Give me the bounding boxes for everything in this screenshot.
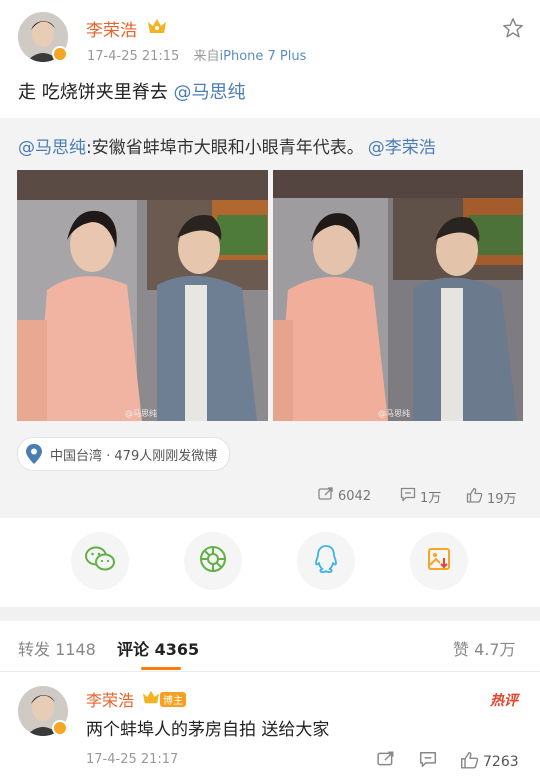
section-separator [0,607,540,621]
comment-time: 17-4-25 21:17 [86,752,179,767]
repost-body: :安徽省蚌埠市大眼和小眼青年代表。 [86,138,364,158]
tab-likes[interactable]: 赞 4.7万 [453,636,516,660]
tab-comments-label: 评论 [117,640,150,659]
repost-icon [318,487,334,505]
comment-like-thumb-icon [460,751,479,773]
repost-photo-1[interactable]: @马思纯 [17,170,268,421]
comment-count-stat[interactable]: 1万 [400,487,441,506]
tab-active-indicator [141,667,181,670]
wechat-icon [84,545,116,577]
vip-crown-small-icon [142,689,160,709]
photo-watermark-1: @马思纯 [125,408,157,418]
like-count: 19万 [487,491,517,507]
save-image-icon [426,546,452,576]
repost-mention-1[interactable]: @马思纯 [18,138,86,158]
post-text-plain: 走 吃烧饼夹里脊去 [18,82,174,103]
repost-mention-2[interactable]: @李荣浩 [368,138,436,158]
tabs-divider [0,671,540,672]
location-pin-icon [24,443,44,465]
like-count-stat[interactable]: 19万 [466,487,517,507]
comment-reply-icon[interactable] [419,751,437,772]
tab-likes-count: 4.7万 [474,640,516,659]
verified-icon [52,46,68,62]
post-text: 走 吃烧饼夹里脊去 @马思纯 [18,78,245,104]
like-thumb-icon [466,487,483,507]
share-qq-button[interactable] [297,532,355,590]
comment-count: 1万 [420,491,442,506]
tab-comments-count: 4365 [154,640,200,659]
share-moments-button[interactable] [184,532,242,590]
vip-crown-icon [147,17,167,39]
source-prefix: 来自 [193,49,220,64]
save-image-button[interactable] [410,532,468,590]
location-text: 中国台湾 · 479人刚刚发微博 [50,448,218,464]
comment-icon [400,487,416,506]
post-mention[interactable]: @马思纯 [173,82,245,103]
favorite-star-icon[interactable] [502,17,524,43]
share-wechat-button[interactable] [71,532,129,590]
author-name[interactable]: 李荣浩 [86,16,137,41]
comment-text: 两个蚌埠人的茅房自拍 送给大家 [86,720,330,740]
comment-like-count: 7263 [483,754,519,770]
repost-count-stat[interactable]: 6042 [318,487,371,505]
comment-author[interactable]: 李荣浩 [86,687,134,711]
moments-icon [198,544,228,578]
tab-reposts-count: 1148 [55,640,96,659]
comment-author-badge: 博主 [142,689,186,709]
location-tag[interactable]: 中国台湾 · 479人刚刚发微博 [17,437,231,471]
hot-comment-badge: 热评 [490,693,518,709]
comment-repost-icon[interactable] [377,751,395,771]
photo-watermark-2: @马思纯 [378,408,410,418]
qq-icon [313,544,339,578]
post-source[interactable]: iPhone 7 Plus [220,49,307,64]
tab-likes-label: 赞 [453,640,470,659]
comment-like-stat[interactable]: 7263 [460,751,519,773]
tab-reposts[interactable]: 转发 1148 [18,636,96,660]
blogger-badge: 博主 [160,691,186,707]
repost-count: 6042 [338,488,372,504]
repost-text: @马思纯:安徽省蚌埠市大眼和小眼青年代表。 @李荣浩 [18,133,436,158]
post-time: 17-4-25 21:15 [87,49,180,64]
tab-comments[interactable]: 评论 4365 [117,636,199,660]
repost-photo-2[interactable]: @马思纯 [273,170,523,421]
comment-verified-icon [52,720,68,736]
tab-reposts-label: 转发 [18,640,51,659]
